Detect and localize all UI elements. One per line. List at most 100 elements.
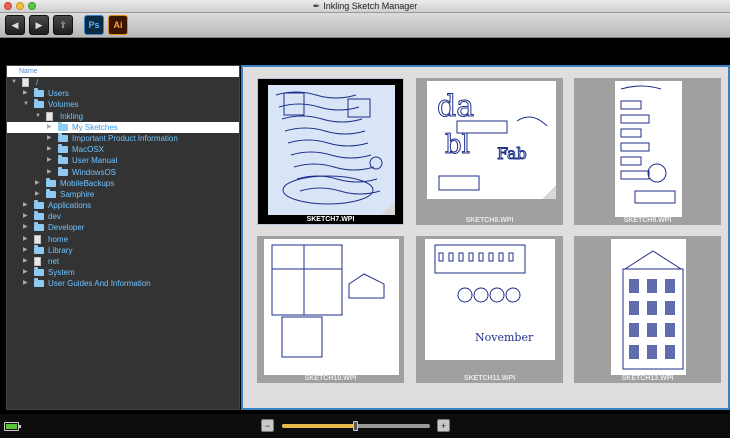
zoom-in-button[interactable]: + bbox=[437, 419, 450, 432]
tree-item-label: User Manual bbox=[72, 156, 118, 166]
folder-icon bbox=[58, 166, 68, 176]
toolbar: ◀ ▶ ⇪ Ps Ai bbox=[0, 13, 730, 38]
disclosure-closed-icon[interactable]: ▶ bbox=[23, 245, 28, 256]
disclosure-closed-icon[interactable]: ▶ bbox=[23, 222, 28, 233]
disclosure-closed-icon[interactable]: ▶ bbox=[47, 133, 52, 144]
disclosure-closed-icon[interactable]: ▶ bbox=[23, 211, 28, 222]
tree-item[interactable]: ▼ / bbox=[7, 77, 239, 88]
disclosure-closed-icon[interactable]: ▶ bbox=[23, 200, 28, 211]
sketch-thumbnail[interactable]: November SKETCH11.WPI bbox=[416, 236, 563, 383]
sketch-thumbnail[interactable]: SKETCH7.WPI bbox=[257, 78, 404, 225]
disclosure-closed-icon[interactable]: ▶ bbox=[35, 189, 40, 200]
folder-icon bbox=[34, 222, 44, 232]
tree-item[interactable]: ▶ net bbox=[7, 256, 239, 267]
tree-item[interactable]: ▶ Users bbox=[7, 88, 239, 99]
svg-text:da: da bbox=[437, 89, 474, 124]
zoom-slider-fill bbox=[282, 424, 356, 428]
sketch-caption: SKETCH13.WPI bbox=[621, 375, 674, 382]
document-icon bbox=[34, 234, 41, 244]
tree-item[interactable]: ▶ System bbox=[7, 267, 239, 278]
tree-item[interactable]: ▶ My Sketches bbox=[7, 121, 239, 133]
document-icon bbox=[34, 257, 41, 266]
folder-icon bbox=[34, 244, 44, 254]
sketch-page bbox=[611, 239, 686, 375]
illustrator-button[interactable]: Ai bbox=[108, 15, 128, 35]
disclosure-open-icon[interactable]: ▼ bbox=[11, 77, 17, 88]
sketch-preview bbox=[615, 81, 682, 217]
zoom-slider[interactable] bbox=[282, 421, 430, 431]
sketch-caption: SKETCH9.WPI bbox=[623, 217, 672, 224]
sketch-thumbnail[interactable]: da bl Fab SKETCH8.WPI bbox=[416, 78, 563, 225]
disclosure-closed-icon[interactable]: ▶ bbox=[23, 234, 28, 245]
disclosure-closed-icon[interactable]: ▶ bbox=[47, 155, 52, 166]
sketch-thumbnail[interactable]: SKETCH10.WPI bbox=[257, 236, 404, 383]
tree-item[interactable]: ▶ Samphire bbox=[7, 188, 239, 200]
sketch-caption: SKETCH10.WPI bbox=[304, 375, 357, 382]
disclosure-closed-icon[interactable]: ▶ bbox=[47, 122, 52, 133]
disclosure-closed-icon[interactable]: ▶ bbox=[23, 88, 28, 99]
tree-item[interactable]: ▶ Applications bbox=[7, 200, 239, 211]
forward-button[interactable]: ▶ bbox=[29, 15, 49, 35]
tree-item-label: Volumes bbox=[48, 100, 79, 110]
sketch-caption: SKETCH11.WPI bbox=[463, 375, 516, 382]
tree-item-label: dev bbox=[48, 212, 61, 222]
sketch-page bbox=[615, 81, 682, 217]
disclosure-closed-icon[interactable]: ▶ bbox=[23, 278, 28, 289]
sketch-caption: SKETCH7.WPI bbox=[306, 216, 355, 223]
sketch-page bbox=[268, 85, 395, 215]
status-bar: − + bbox=[0, 414, 730, 438]
tree-item[interactable]: ▶ WindowsOS bbox=[7, 166, 239, 178]
disclosure-open-icon[interactable]: ▼ bbox=[23, 99, 29, 110]
disclosure-open-icon[interactable]: ▼ bbox=[35, 111, 41, 122]
sketch-page: November bbox=[425, 239, 555, 360]
svg-text:Fab: Fab bbox=[497, 144, 527, 163]
tree-item[interactable]: ▶ MacOSX bbox=[7, 144, 239, 155]
tree-item[interactable]: ▶ Library bbox=[7, 244, 239, 256]
folder-icon bbox=[34, 88, 44, 98]
drive-icon bbox=[22, 78, 29, 87]
folder-icon bbox=[58, 132, 68, 142]
disclosure-closed-icon[interactable]: ▶ bbox=[23, 267, 28, 278]
window-title: ✒ Inkling Sketch Manager bbox=[312, 1, 418, 11]
photoshop-button[interactable]: Ps bbox=[84, 15, 104, 35]
sketch-page: da bl Fab bbox=[427, 81, 556, 199]
tree-item[interactable]: ▶ MobileBackups bbox=[7, 177, 239, 189]
tree-item[interactable]: ▶ Important Product Information bbox=[7, 132, 239, 144]
chevron-right-icon: ▶ bbox=[35, 19, 43, 30]
illustrator-icon: Ai bbox=[113, 20, 123, 30]
export-button[interactable]: ⇪ bbox=[53, 15, 73, 35]
disclosure-closed-icon[interactable]: ▶ bbox=[47, 144, 52, 155]
tree-item[interactable]: ▶ Developer bbox=[7, 222, 239, 233]
svg-text:bl: bl bbox=[445, 130, 470, 160]
tree-item[interactable]: ▶ User Guides And Information bbox=[7, 278, 239, 289]
sketch-thumbnail[interactable]: SKETCH9.WPI bbox=[574, 78, 721, 225]
tree-item-label: My Sketches bbox=[72, 122, 118, 132]
sketch-thumbnail[interactable]: SKETCH13.WPI bbox=[574, 236, 721, 383]
sketch-preview bbox=[264, 239, 399, 375]
disclosure-closed-icon[interactable]: ▶ bbox=[47, 167, 52, 178]
tree-item[interactable]: ▶ User Manual bbox=[7, 155, 239, 166]
zoom-out-icon: − bbox=[264, 420, 271, 431]
svg-text:November: November bbox=[475, 331, 534, 344]
sketch-grid: SKETCH7.WPI da bl Fab SKETCH8.WPI SKETCH9.WPI… bbox=[241, 65, 730, 410]
disclosure-closed-icon[interactable]: ▶ bbox=[23, 256, 28, 267]
tree-item[interactable]: ▼ Volumes bbox=[7, 99, 239, 110]
tree-item[interactable]: ▼ Inkling bbox=[7, 111, 239, 122]
tree-item-label: Developer bbox=[48, 223, 85, 233]
disclosure-closed-icon[interactable]: ▶ bbox=[35, 178, 40, 189]
tree-item-label: WindowsOS bbox=[72, 167, 117, 177]
folder-icon bbox=[58, 144, 68, 154]
tree-item-label: Users bbox=[48, 89, 69, 99]
zoom-in-icon: + bbox=[440, 420, 447, 431]
tree-item[interactable]: ▶ dev bbox=[7, 211, 239, 222]
folder-icon bbox=[34, 211, 44, 221]
tree-item-label: net bbox=[48, 257, 60, 266]
battery-icon bbox=[4, 422, 21, 431]
folder-icon bbox=[34, 200, 44, 210]
zoom-slider-handle[interactable] bbox=[353, 421, 358, 431]
zoom-out-button[interactable]: − bbox=[261, 419, 274, 432]
folder-icon bbox=[58, 155, 68, 165]
back-button[interactable]: ◀ bbox=[5, 15, 25, 35]
tree-item[interactable]: ▶ home bbox=[7, 234, 239, 245]
tree-column-header[interactable]: Name bbox=[7, 66, 239, 77]
